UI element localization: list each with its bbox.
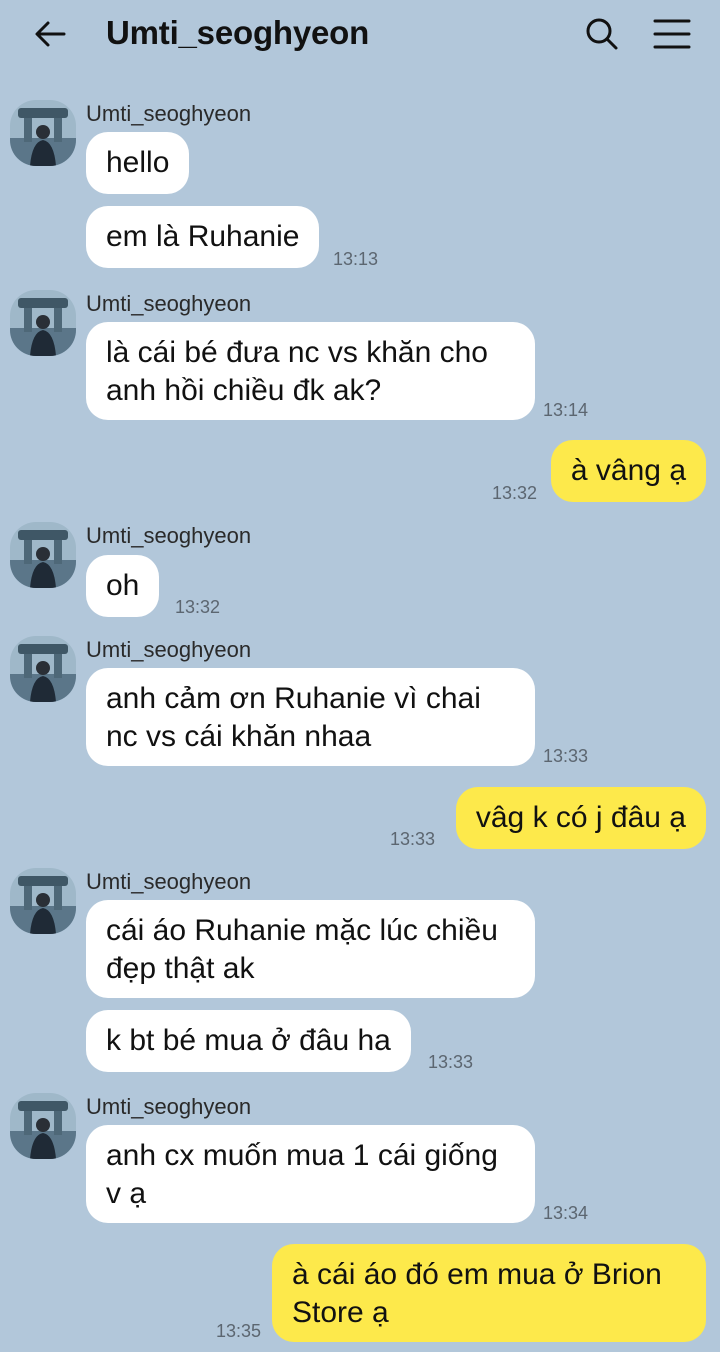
message-bubble[interactable]: anh cảm ơn Ruhanie vì chai nc vs cái khă… (86, 668, 535, 766)
message-bubble[interactable]: k bt bé mua ở đâu ha (86, 1010, 411, 1072)
my-message-bubble[interactable]: vâg k có j đâu ạ (455, 787, 706, 849)
message-time: 13:14 (543, 400, 589, 420)
back-arrow-icon[interactable] (30, 14, 70, 54)
sender-name: Umti_seoghyeon (86, 1094, 252, 1119)
avatar[interactable] (10, 1093, 76, 1159)
message-time: 13:35 (216, 1321, 262, 1341)
message-time: 13:33 (543, 746, 589, 766)
message-time: 13:33 (428, 1052, 474, 1072)
sender-name: Umti_seoghyeon (86, 869, 252, 894)
menu-icon[interactable] (652, 14, 692, 54)
search-icon[interactable] (582, 14, 622, 54)
message-bubble[interactable]: là cái bé đưa nc vs khăn cho anh hồi chi… (86, 322, 535, 420)
avatar[interactable] (10, 290, 76, 356)
message-bubble[interactable]: hello (86, 132, 190, 194)
message-bubble[interactable]: anh cx muốn mua 1 cái giống v ạ (86, 1125, 535, 1223)
message-time: 13:32 (492, 483, 538, 503)
sender-name: Umti_seoghyeon (86, 637, 252, 662)
avatar[interactable] (10, 100, 76, 166)
avatar[interactable] (10, 522, 76, 588)
message-bubble[interactable]: cái áo Ruhanie mặc lúc chiều đẹp thật ak (86, 900, 535, 998)
chat-header: Umti_seoghyeon (0, 0, 720, 68)
message-time: 13:34 (543, 1203, 589, 1223)
message-time: 13:13 (333, 249, 379, 269)
message-time: 13:32 (175, 597, 221, 617)
avatar[interactable] (10, 868, 76, 934)
message-bubble[interactable]: oh (86, 555, 160, 617)
sender-name: Umti_seoghyeon (86, 101, 252, 126)
sender-name: Umti_seoghyeon (86, 291, 252, 316)
avatar[interactable] (10, 636, 76, 702)
my-message-bubble[interactable]: à vâng ạ (550, 440, 706, 502)
sender-name: Umti_seoghyeon (86, 523, 252, 548)
message-bubble[interactable]: em là Ruhanie (86, 206, 320, 268)
message-time: 13:33 (390, 829, 436, 849)
chat-title: Umti_seoghyeon (106, 14, 370, 51)
my-message-bubble[interactable]: à cái áo đó em mua ở Brion Store ạ (272, 1244, 706, 1342)
